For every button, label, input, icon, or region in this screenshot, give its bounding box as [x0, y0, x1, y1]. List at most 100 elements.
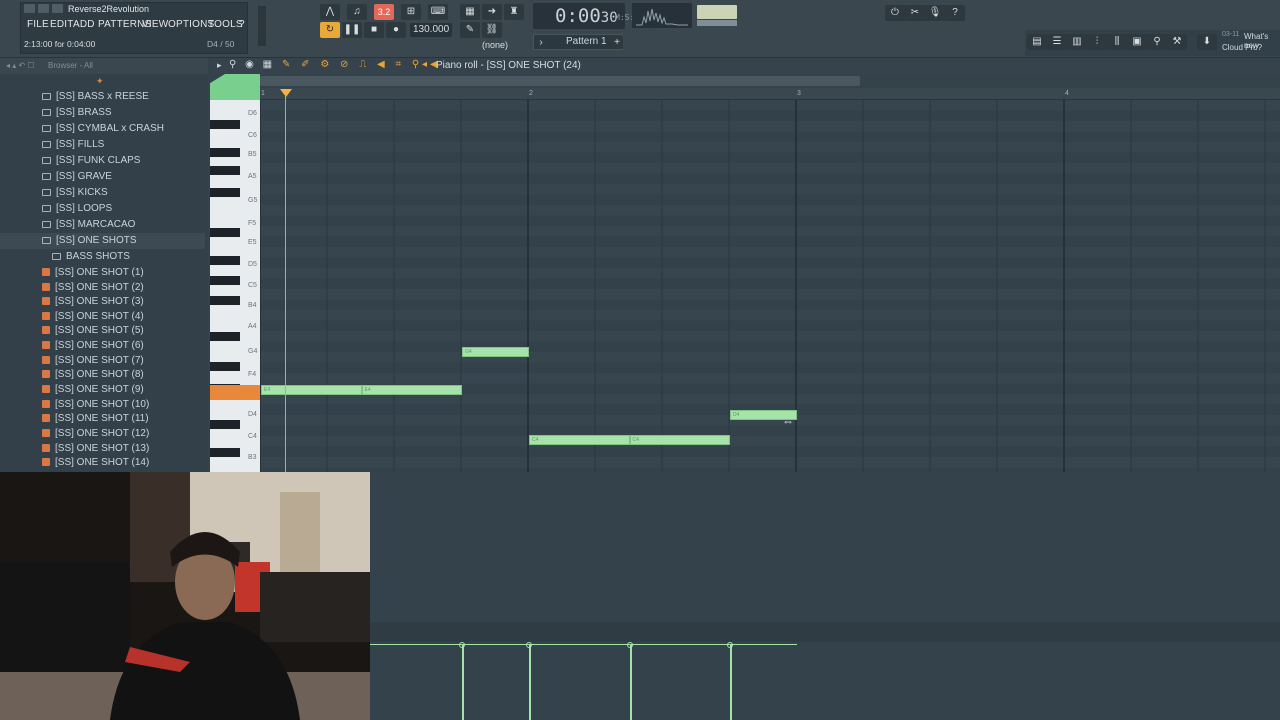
velocity-handle[interactable]: [459, 642, 465, 648]
black-key[interactable]: [210, 228, 240, 237]
black-key[interactable]: [210, 256, 240, 265]
stop-button[interactable]: ■: [364, 22, 384, 38]
piano-icon[interactable]: ▦: [460, 4, 480, 20]
black-key[interactable]: [210, 296, 240, 305]
black-key[interactable]: [210, 420, 240, 429]
menu-add[interactable]: ADD: [73, 19, 95, 30]
velocity-handle[interactable]: [727, 642, 733, 648]
arrow-right-icon[interactable]: ➜: [482, 4, 502, 20]
playlist-icon[interactable]: ▤: [1027, 34, 1047, 50]
mode-icon[interactable]: ⋀: [320, 4, 340, 20]
timeline-ruler[interactable]: [260, 88, 1280, 100]
master-volume-slider[interactable]: [258, 6, 266, 46]
browser-nav-icons[interactable]: ◂ ▴ ↶ ☐: [6, 61, 35, 70]
note[interactable]: G4: [462, 347, 529, 357]
browser-folder-item[interactable]: [SS] CYMBAL x CRASH: [0, 121, 205, 137]
pattern-add-icon[interactable]: +: [611, 35, 623, 49]
bell-icon[interactable]: ♜: [504, 4, 524, 20]
velocity-handle[interactable]: [626, 642, 633, 648]
browser-file-item[interactable]: [SS] ONE SHOT (9): [0, 382, 205, 398]
browser-file-item[interactable]: [SS] ONE SHOT (3): [0, 294, 205, 310]
download-icon[interactable]: ⬇: [1197, 34, 1217, 50]
speaker-icon[interactable]: ◂: [422, 59, 427, 70]
browser-file-item[interactable]: [SS] ONE SHOT (12): [0, 426, 205, 442]
black-key[interactable]: [210, 362, 240, 371]
black-key[interactable]: [210, 120, 240, 129]
velocity-handle[interactable]: [526, 642, 532, 648]
black-key[interactable]: [210, 188, 240, 197]
mixer-icon[interactable]: ⫶: [1087, 34, 1107, 50]
browser-folder-item[interactable]: [SS] GRAVE: [0, 169, 205, 185]
snap-selector[interactable]: (none): [482, 40, 508, 50]
browser-file-item[interactable]: [SS] ONE SHOT (8): [0, 367, 205, 383]
cut-icon[interactable]: ✂: [905, 5, 925, 21]
maximize-icon[interactable]: [38, 4, 49, 13]
oscilloscope-display: [632, 3, 692, 28]
note[interactable]: C4: [529, 435, 630, 445]
black-key[interactable]: [210, 332, 240, 341]
tuner-icon[interactable]: ⫼: [1107, 34, 1127, 50]
channel-rack-icon[interactable]: ☰: [1047, 34, 1067, 50]
browser-folder-item[interactable]: [SS] ONE SHOTS: [0, 233, 205, 249]
piano-roll-icon[interactable]: ▥: [1067, 34, 1087, 50]
browser-folder-item[interactable]: [SS] MARCACAO: [0, 217, 205, 233]
step-icon[interactable]: ⊞: [401, 4, 421, 20]
time-display[interactable]: 0:0030 M:S:CS: [533, 3, 644, 29]
microphone-icon[interactable]: 🎙: [925, 5, 945, 21]
velocity-bar[interactable]: [730, 645, 732, 720]
draw-tools-icons[interactable]: ✎ ✐ ⚙ ⊘ ⎍ ◀ ⌗ ⚲ ◀: [282, 59, 442, 70]
note[interactable]: E4: [361, 385, 462, 395]
black-key[interactable]: [210, 148, 240, 157]
menu-view[interactable]: VIEW: [142, 19, 168, 30]
black-key[interactable]: [210, 448, 240, 457]
menu-edit[interactable]: EDIT: [50, 19, 74, 30]
pattern-prev-icon[interactable]: ›: [535, 35, 547, 49]
browser-star-icon[interactable]: ✦: [96, 76, 104, 87]
minimize-icon[interactable]: [24, 4, 35, 13]
browser-folder-item[interactable]: [SS] FILLS: [0, 137, 205, 153]
browser-file-item[interactable]: [SS] ONE SHOT (5): [0, 323, 205, 339]
templates-icon[interactable]: ▣: [1127, 34, 1147, 50]
browser-folder-item[interactable]: [SS] FUNK CLAPS: [0, 153, 205, 169]
browser-file-item[interactable]: [SS] ONE SHOT (14): [0, 455, 205, 471]
plugin-icon[interactable]: ⚲: [1147, 34, 1167, 50]
velocity-bar[interactable]: [462, 645, 464, 720]
menu-help[interactable]: ?: [239, 19, 245, 30]
piano-keyboard[interactable]: D6C6B5A5G5F5E5D5C5B4A4G4F4E4D4C4B3: [210, 100, 260, 472]
pause-button[interactable]: ❚❚: [342, 22, 362, 38]
close-icon[interactable]: [52, 4, 63, 13]
note[interactable]: E4: [261, 385, 362, 395]
record-button[interactable]: ●: [386, 22, 406, 38]
link-icon[interactable]: ⛓: [482, 22, 502, 38]
velocity-bar[interactable]: [529, 645, 531, 720]
browser-file-item[interactable]: [SS] ONE SHOT (1): [0, 265, 205, 281]
menu-tools[interactable]: TOOLS: [208, 19, 243, 30]
note[interactable]: C4: [629, 435, 730, 445]
undo-icon[interactable]: ⏻: [885, 5, 905, 21]
song-mode-badge[interactable]: 3.2: [374, 4, 394, 20]
event-editor[interactable]: [370, 472, 1280, 720]
help-icon[interactable]: ?: [945, 5, 965, 21]
playhead-marker[interactable]: [280, 89, 292, 97]
loop-icon[interactable]: ↻: [320, 22, 340, 38]
piano-roll-tool-icons[interactable]: ⚲ ◉ ▦: [229, 59, 275, 70]
metronome-icon[interactable]: ♫: [347, 4, 367, 20]
typing-keyboard-icon[interactable]: ⌨: [428, 4, 448, 20]
black-key[interactable]: [210, 166, 240, 175]
pen-icon[interactable]: ✎: [460, 22, 480, 38]
news-subtext[interactable]: Cloud Pro?: [1222, 43, 1262, 52]
horizontal-scrollbar[interactable]: [260, 76, 860, 86]
wrench-icon[interactable]: ⚒: [1167, 34, 1187, 50]
browser-folder-item[interactable]: [SS] LOOPS: [0, 201, 205, 217]
browser-folder-item[interactable]: [SS] BRASS: [0, 105, 205, 121]
velocity-bar[interactable]: [629, 645, 632, 720]
browser-folder-item[interactable]: BASS SHOTS: [0, 249, 205, 265]
tempo-display[interactable]: 130.000: [410, 23, 452, 37]
browser-file-item[interactable]: [SS] ONE SHOT (6): [0, 338, 205, 354]
browser-folder-item[interactable]: [SS] KICKS: [0, 185, 205, 201]
piano-roll-menu-icon[interactable]: ▸: [217, 60, 222, 71]
browser-file-item[interactable]: [SS] ONE SHOT (11): [0, 411, 205, 427]
menu-file[interactable]: FILE: [27, 19, 49, 30]
browser-folder-item[interactable]: [SS] BASS x REESE: [0, 89, 205, 105]
black-key[interactable]: [210, 276, 240, 285]
